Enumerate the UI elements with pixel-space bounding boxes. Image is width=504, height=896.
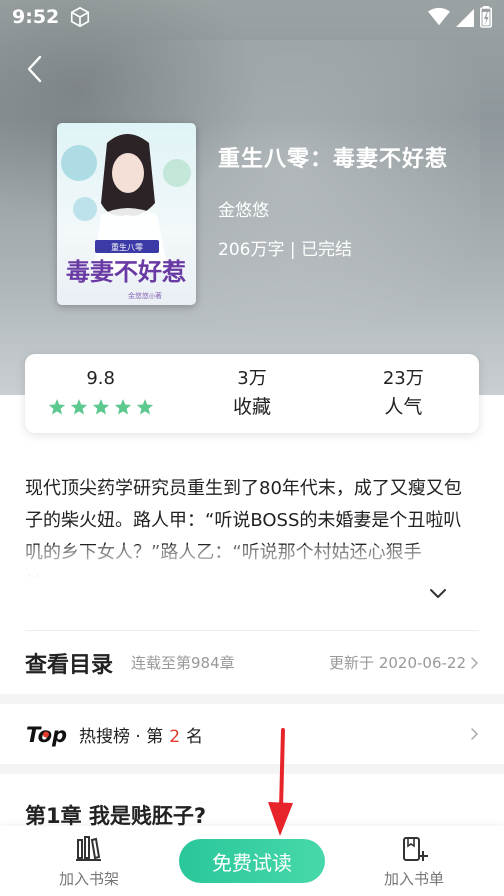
toc-title: 查看目录 xyxy=(25,652,114,678)
star-icon xyxy=(48,398,65,414)
free-read-button[interactable]: 免费试读 xyxy=(179,839,325,883)
expand-synopsis-icon[interactable] xyxy=(428,585,448,603)
popularity-stat: 23万 人气 xyxy=(328,354,479,433)
star-icon xyxy=(70,398,87,414)
cover-illustration: 重生八零 毒妻不好惹 金悠悠◎著 xyxy=(57,123,196,305)
star-icon xyxy=(92,398,109,414)
hot-search-rank-row[interactable]: Top 热搜榜 · 第2名 xyxy=(25,704,479,764)
popularity-count: 23万 xyxy=(382,367,424,389)
favorites-label: 收藏 xyxy=(232,395,271,418)
stats-card: 9.8 3万 收藏 23万 人气 xyxy=(25,354,479,433)
favorites-count: 3万 xyxy=(237,367,267,389)
add-to-shelf-button[interactable]: 加入书架 xyxy=(39,834,139,889)
book-meta: 206万字 | 已完结 xyxy=(218,240,352,260)
bookshelf-icon xyxy=(76,836,101,861)
section-divider xyxy=(0,694,504,704)
battery-icon xyxy=(480,6,492,28)
top-rank-logo: Top xyxy=(26,723,67,747)
chevron-right-icon xyxy=(471,728,479,740)
popularity-label: 人气 xyxy=(384,395,423,418)
book-cover[interactable]: 重生八零 毒妻不好惹 金悠悠◎著 xyxy=(57,123,196,305)
svg-text:金悠悠◎著: 金悠悠◎著 xyxy=(128,291,162,300)
favorites-stat: 3万 收藏 xyxy=(176,354,327,433)
star-rating xyxy=(48,392,154,422)
rank-number: 2 xyxy=(169,726,181,747)
cube-icon xyxy=(71,6,90,28)
add-to-shelf-label: 加入书架 xyxy=(58,870,119,888)
rating-value: 9.8 xyxy=(86,367,115,389)
book-title: 重生八零：毒妻不好惹 xyxy=(218,147,449,172)
book-author[interactable]: 金悠悠 xyxy=(218,196,269,221)
svg-text:重生八零: 重生八零 xyxy=(111,242,143,252)
status-bar: 9:52 xyxy=(0,0,504,34)
add-to-booklist-button[interactable]: 加入书单 xyxy=(364,834,464,889)
toc-updated-date: 更新于 2020-06-22 xyxy=(329,654,466,672)
table-of-contents-row[interactable]: 查看目录 连载至第984章 更新于 2020-06-22 xyxy=(25,630,479,694)
wifi-icon xyxy=(428,7,450,26)
rank-suffix: 名 xyxy=(186,726,204,747)
chevron-right-icon xyxy=(471,656,479,669)
annotation-arrow-icon xyxy=(268,728,293,836)
back-button[interactable] xyxy=(22,52,52,86)
signal-icon xyxy=(456,9,474,27)
rank-prefix: 热搜榜 · 第 xyxy=(79,726,164,747)
rating-stat: 9.8 xyxy=(25,354,176,433)
add-to-booklist-label: 加入书单 xyxy=(383,870,444,888)
synopsis-fade xyxy=(25,545,479,579)
star-icon xyxy=(136,398,153,414)
section-divider xyxy=(0,764,504,774)
bottom-action-bar: 加入书架 免费试读 加入书单 xyxy=(0,826,504,896)
toc-serial-status: 连载至第984章 xyxy=(131,654,235,672)
star-icon xyxy=(114,398,131,414)
add-booklist-icon xyxy=(403,837,428,861)
rank-text: 热搜榜 · 第2名 xyxy=(79,722,203,747)
svg-text:毒妻不好惹: 毒妻不好惹 xyxy=(66,257,186,286)
status-time: 9:52 xyxy=(12,6,60,28)
